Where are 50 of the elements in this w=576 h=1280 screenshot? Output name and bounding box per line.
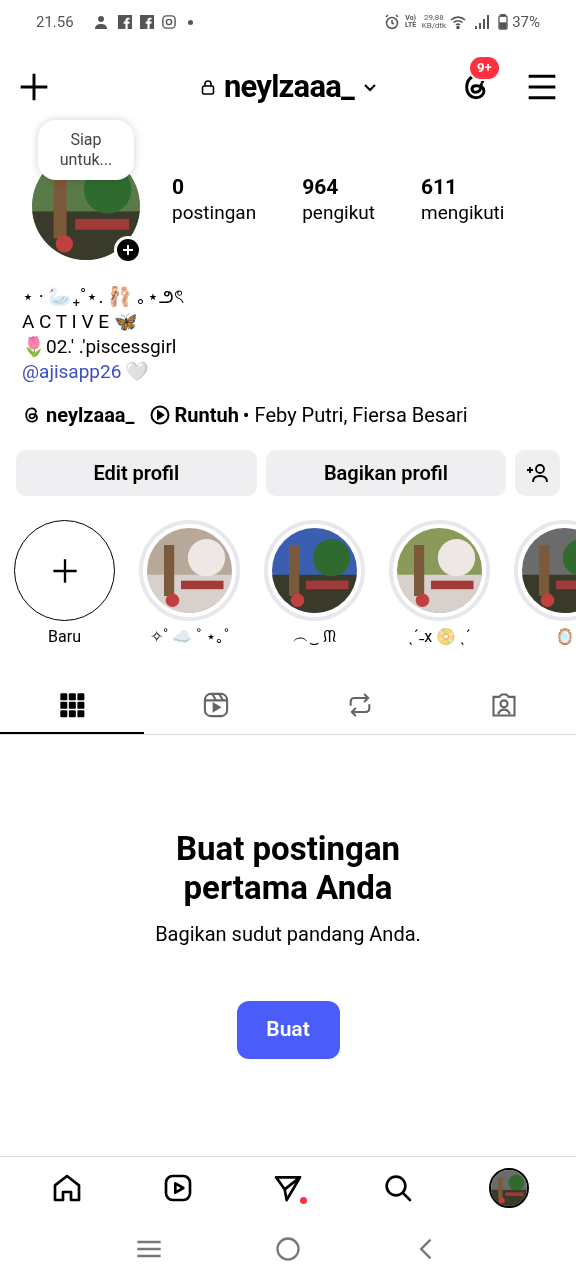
song-title[interactable]: Runtuh [174, 400, 239, 430]
data-speed-unit: KB/dtk [421, 22, 447, 30]
stat-label[interactable]: postingan [172, 200, 257, 226]
empty-title: Buat postingan pertama Anda [174, 829, 402, 907]
username-switcher[interactable]: neylzaaa_ [223, 63, 355, 111]
highlight-label: ˎˊ˗x 📀 ˎˊ [408, 626, 471, 648]
bio-line: 🌷02.′ .′piscessgirl [22, 334, 178, 359]
play-icon [150, 405, 171, 425]
heart-emoji: 🤍 [125, 359, 150, 384]
reels-icon [202, 691, 230, 719]
profile-link[interactable]: @ajisapp26 [22, 359, 122, 384]
song-artists: • Feby Putri, Fiersa Besari [242, 402, 468, 429]
stat-label[interactable]: pengikut [302, 200, 375, 226]
status-time: 21.56 [36, 11, 74, 33]
lock-icon [199, 77, 216, 97]
grid-icon [58, 691, 86, 719]
threads-username[interactable]: neylzaaa_ [46, 400, 135, 430]
stat-value: 0 [172, 174, 186, 200]
battery-icon [498, 14, 509, 30]
battery-percent: 37% [512, 11, 540, 33]
facebook-icon [139, 15, 154, 29]
bio-line: A C T I V E 🦋 [22, 309, 139, 334]
plus-icon [50, 556, 79, 585]
facebook-icon [117, 15, 132, 29]
stat-value: 964 [302, 174, 340, 200]
highlight-label: ✧˚ ☁ ˚ ⋆｡˚ [150, 626, 229, 648]
highlight-label: ︵‿ ᙏ [292, 626, 337, 648]
profile-button[interactable]: Bagikan profil [265, 450, 507, 496]
create-button[interactable]: Buat [236, 1001, 340, 1059]
alarm-icon [383, 14, 400, 30]
bio-line: ⋆ · 🦢₊˚⋆. 🩰 ｡⋆౨ৎ [22, 284, 185, 309]
highlight-label: 🪞 [554, 626, 575, 648]
instagram-icon [161, 15, 176, 29]
data-speed: 29,88 [424, 14, 444, 22]
stat-label[interactable]: mengikuti [421, 200, 505, 226]
contact-icon [93, 14, 110, 30]
notification-badge: 9+ [468, 55, 501, 81]
note-tooltip[interactable]: Siap untuk... [38, 120, 134, 180]
add-person-icon [525, 461, 550, 485]
tagged-person-icon [490, 691, 518, 719]
highlight-label: Baru [48, 626, 81, 648]
plus-icon[interactable] [18, 71, 50, 103]
signal-icon [474, 14, 491, 30]
wifi-icon [450, 14, 467, 30]
add-person-button[interactable] [515, 450, 560, 496]
stat-value: 611 [421, 174, 459, 200]
profile-avatar[interactable] [488, 1167, 529, 1208]
profile-button[interactable]: Edit profil [16, 450, 257, 496]
home-button-icon[interactable] [274, 1235, 302, 1263]
empty-subtitle: Bagikan sudut pandang Anda. [155, 921, 421, 948]
